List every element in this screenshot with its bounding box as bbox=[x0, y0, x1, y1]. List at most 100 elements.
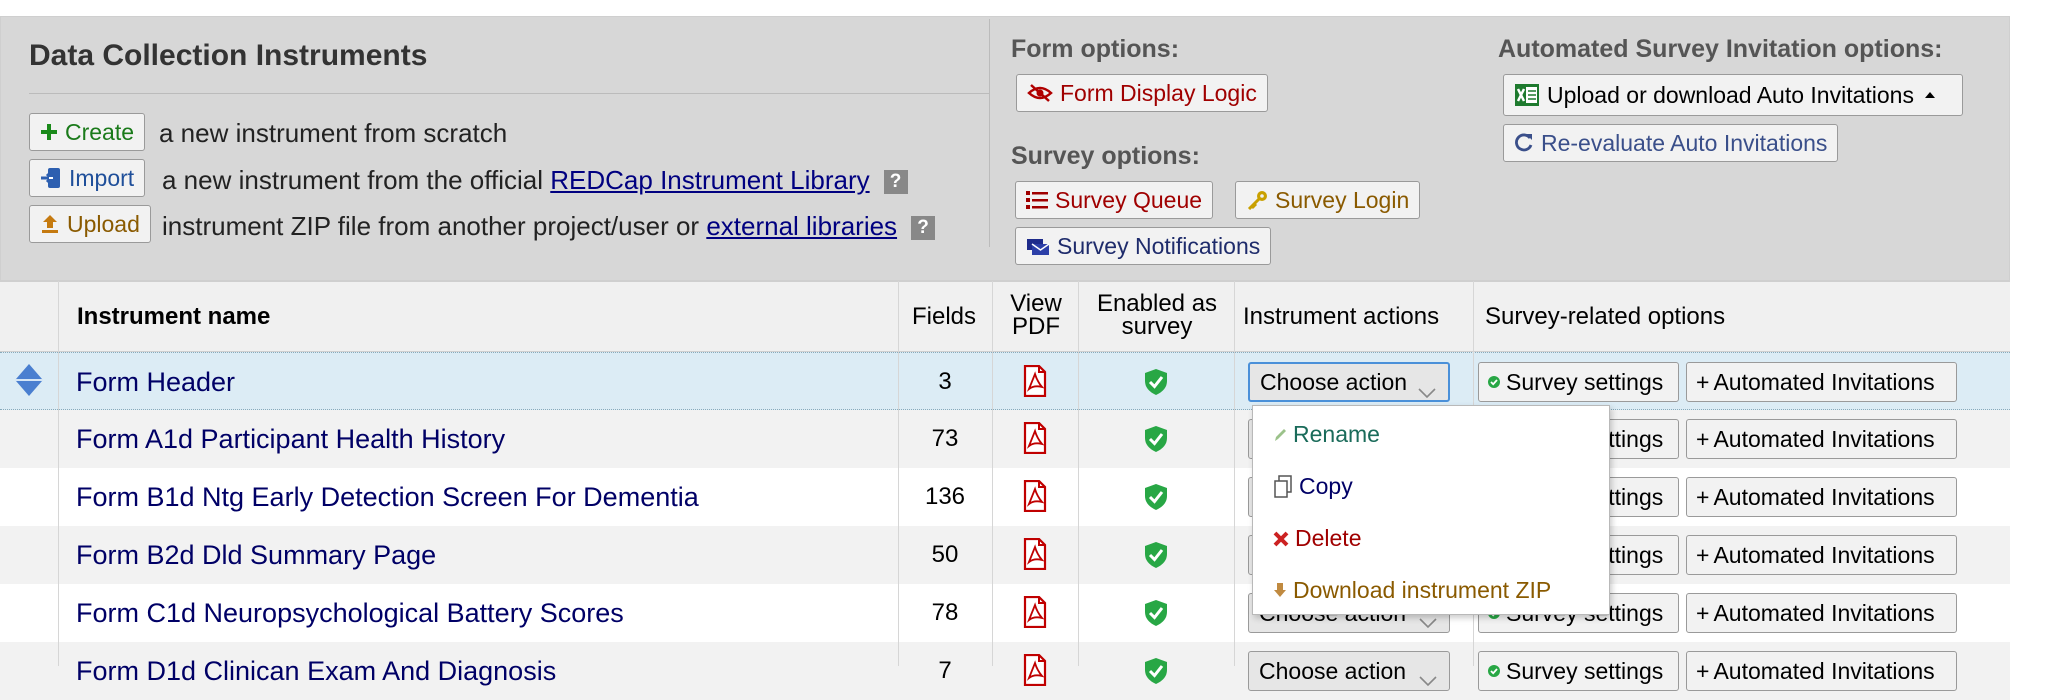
table-row[interactable]: Form B1d Ntg Early Detection Screen For … bbox=[0, 468, 2010, 526]
column-divider bbox=[992, 281, 993, 666]
instrument-name-link[interactable]: Form C1d Neuropsychological Battery Scor… bbox=[76, 598, 624, 629]
delete-x-icon bbox=[1273, 531, 1289, 547]
menu-item-copy-label: Copy bbox=[1299, 473, 1353, 499]
upload-icon bbox=[40, 214, 60, 234]
menu-item-delete[interactable]: Delete bbox=[1273, 525, 1361, 552]
automated-invitations-label: Automated Invitations bbox=[1713, 599, 1935, 626]
reevaluate-auto-invitations-button[interactable]: Re-evaluate Auto Invitations bbox=[1503, 124, 1839, 162]
envelopes-icon bbox=[1026, 236, 1050, 256]
upload-button-label: Upload bbox=[67, 210, 140, 237]
automated-invitations-button[interactable]: + Automated Invitations bbox=[1686, 651, 1957, 691]
pdf-icon[interactable] bbox=[1022, 595, 1048, 633]
header-enabled-survey: Enabled as survey bbox=[1080, 290, 1234, 339]
automated-invitations-label: Automated Invitations bbox=[1713, 483, 1935, 510]
header-fields: Fields bbox=[912, 303, 977, 330]
choose-action-label: Choose action bbox=[1259, 657, 1407, 684]
upload-help-icon[interactable]: ? bbox=[911, 216, 936, 241]
field-count: 136 bbox=[924, 483, 966, 510]
survey-enabled-shield-icon bbox=[1144, 599, 1168, 632]
survey-login-button[interactable]: Survey Login bbox=[1235, 181, 1421, 219]
choose-action-button[interactable]: Choose action bbox=[1248, 362, 1450, 402]
copy-icon bbox=[1273, 474, 1293, 499]
table-row[interactable]: Form B2d Dld Summary Page50Choose action… bbox=[0, 526, 2010, 584]
pdf-icon[interactable] bbox=[1022, 653, 1048, 691]
survey-settings-label: Survey settings bbox=[1506, 368, 1664, 395]
table-row[interactable]: Form Header 3 Choose action Survey settings… bbox=[0, 352, 2010, 410]
check-circle-icon bbox=[1488, 376, 1500, 388]
instruments-options-panel: Data Collection Instruments Create a new… bbox=[0, 16, 2010, 281]
field-count: 3 bbox=[938, 368, 952, 395]
choose-action-label: Choose action bbox=[1260, 368, 1408, 395]
import-button[interactable]: Import bbox=[29, 159, 146, 197]
form-display-logic-button[interactable]: Form Display Logic bbox=[1016, 74, 1268, 112]
instrument-name-link[interactable]: Form Header bbox=[76, 367, 235, 398]
survey-queue-button[interactable]: Survey Queue bbox=[1015, 181, 1214, 219]
chevron-down-icon bbox=[1419, 666, 1437, 693]
pdf-icon[interactable] bbox=[1022, 421, 1048, 459]
column-divider bbox=[1078, 281, 1079, 666]
instrument-name-link[interactable]: Form D1d Clinican Exam And Diagnosis bbox=[76, 656, 556, 687]
survey-enabled-shield-icon bbox=[1144, 368, 1168, 401]
instrument-actions-dropdown: Rename Copy Delete Download instrument Z… bbox=[1252, 405, 1610, 615]
menu-item-rename-label: Rename bbox=[1293, 421, 1380, 447]
instrument-name-link[interactable]: Form B2d Dld Summary Page bbox=[76, 540, 436, 571]
survey-options-heading: Survey options: bbox=[1011, 142, 1200, 170]
table-row[interactable]: Form C1d Neuropsychological Battery Scor… bbox=[0, 584, 2010, 642]
automated-invitations-button[interactable]: + Automated Invitations bbox=[1686, 419, 1957, 459]
excel-icon bbox=[1514, 83, 1540, 107]
column-divider bbox=[58, 281, 59, 666]
survey-enabled-shield-icon bbox=[1144, 657, 1168, 690]
upload-download-auto-invitations-label: Upload or download Auto Invitations bbox=[1547, 81, 1914, 108]
menu-item-rename[interactable]: Rename bbox=[1273, 421, 1380, 448]
field-count: 7 bbox=[938, 657, 952, 684]
create-description: a new instrument from scratch bbox=[159, 118, 508, 148]
choose-action-button[interactable]: Choose action bbox=[1248, 651, 1450, 691]
header-view-pdf: View PDF bbox=[993, 292, 1079, 340]
survey-notifications-button[interactable]: Survey Notifications bbox=[1015, 227, 1272, 265]
instrument-name-link[interactable]: Form A1d Participant Health History bbox=[76, 424, 505, 455]
automated-invitations-button[interactable]: + Automated Invitations bbox=[1686, 477, 1957, 517]
automated-invitations-label: Automated Invitations bbox=[1713, 541, 1935, 568]
panel-vertical-divider bbox=[989, 19, 990, 247]
survey-settings-button[interactable]: Survey settings bbox=[1478, 651, 1679, 691]
plus-icon: + bbox=[1696, 541, 1710, 568]
field-count: 73 bbox=[931, 425, 959, 452]
pdf-icon[interactable] bbox=[1022, 537, 1048, 575]
drag-reorder-icon[interactable] bbox=[15, 363, 43, 402]
menu-item-copy[interactable]: Copy bbox=[1273, 473, 1353, 500]
create-button[interactable]: Create bbox=[29, 113, 146, 151]
survey-enabled-shield-icon bbox=[1144, 483, 1168, 516]
import-button-label: Import bbox=[69, 164, 135, 191]
plus-icon: + bbox=[1696, 425, 1710, 452]
download-icon bbox=[1273, 582, 1287, 600]
key-icon bbox=[1246, 190, 1268, 210]
refresh-icon bbox=[1514, 133, 1534, 153]
instrument-name-link[interactable]: Form B1d Ntg Early Detection Screen For … bbox=[76, 482, 699, 513]
table-row[interactable]: Form A1d Participant Health History73Cho… bbox=[0, 410, 2010, 468]
automated-invitations-button[interactable]: + Automated Invitations bbox=[1686, 535, 1957, 575]
menu-item-download-zip[interactable]: Download instrument ZIP bbox=[1273, 577, 1551, 604]
table-header: Instrument name Fields View PDF Enabled … bbox=[0, 281, 2010, 352]
survey-notifications-label: Survey Notifications bbox=[1057, 232, 1261, 259]
menu-item-delete-label: Delete bbox=[1295, 525, 1362, 551]
pencil-icon bbox=[1273, 427, 1287, 443]
reevaluate-auto-invitations-label: Re-evaluate Auto Invitations bbox=[1541, 129, 1828, 156]
automated-invitations-button[interactable]: + Automated Invitations bbox=[1686, 362, 1957, 402]
plus-icon: + bbox=[1696, 599, 1710, 626]
upload-button[interactable]: Upload bbox=[29, 205, 151, 243]
pdf-icon[interactable] bbox=[1022, 364, 1048, 402]
table-row[interactable]: Form D1d Clinican Exam And Diagnosis 7 Cho… bbox=[0, 642, 2010, 700]
import-help-icon[interactable]: ? bbox=[883, 170, 908, 195]
header-enabled-line1: Enabled as bbox=[1096, 290, 1218, 317]
automated-invitations-label: Automated Invitations bbox=[1713, 657, 1935, 684]
automated-invitations-button[interactable]: + Automated Invitations bbox=[1686, 593, 1957, 633]
upload-download-auto-invitations-button[interactable]: Upload or download Auto Invitations bbox=[1503, 74, 1963, 116]
survey-settings-button[interactable]: Survey settings bbox=[1478, 362, 1679, 402]
redcap-library-link[interactable]: REDCap Instrument Library bbox=[550, 165, 869, 195]
external-libraries-link[interactable]: external libraries bbox=[706, 211, 897, 241]
column-divider bbox=[898, 281, 899, 666]
pdf-icon[interactable] bbox=[1022, 479, 1048, 517]
automated-invitations-label: Automated Invitations bbox=[1713, 425, 1935, 452]
list-icon bbox=[1026, 190, 1048, 210]
header-view-pdf-line2: PDF bbox=[1012, 313, 1060, 340]
